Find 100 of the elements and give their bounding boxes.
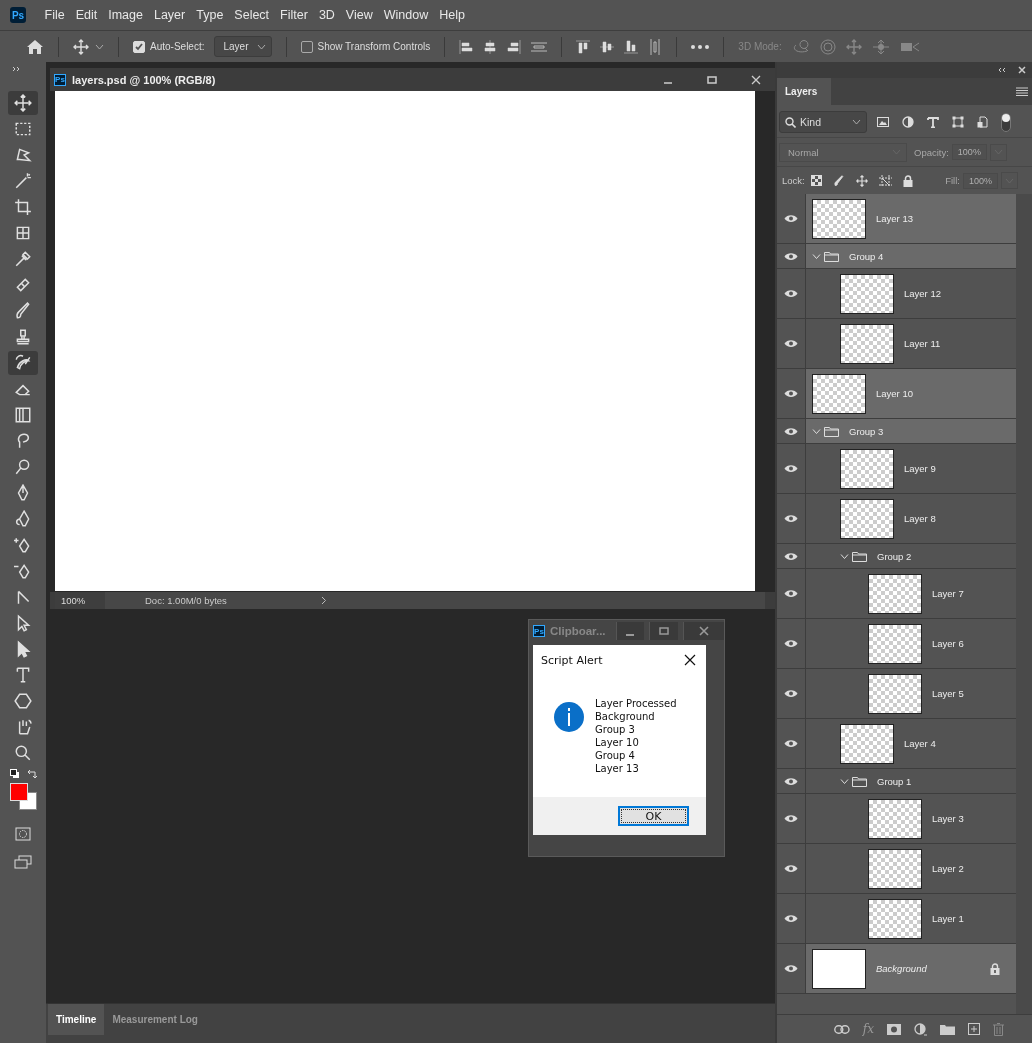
message-line: Layer Processed: [595, 697, 677, 710]
folder-icon[interactable]: [940, 1023, 955, 1035]
artboard-icon[interactable]: [878, 174, 892, 187]
home-icon[interactable]: [26, 38, 44, 55]
layer-row[interactable]: Group 4: [806, 244, 1016, 268]
zoom-field[interactable]: 100%: [55, 592, 105, 609]
swap-colors-icon[interactable]: [26, 769, 37, 779]
close-icon[interactable]: [684, 654, 696, 666]
filter-toggle[interactable]: [1001, 112, 1011, 132]
blend-mode-dropdown[interactable]: Normal: [779, 142, 907, 162]
maximize-icon[interactable]: [707, 74, 717, 85]
panel-tab[interactable]: Timeline: [48, 1004, 105, 1035]
ok-button[interactable]: OK: [618, 806, 689, 826]
eye-icon: [784, 214, 798, 223]
menu-item[interactable]: Window: [378, 8, 434, 22]
lasso-icon: [14, 146, 32, 164]
chevron-right-icon[interactable]: [321, 596, 327, 605]
align-center-icon[interactable]: [483, 39, 498, 54]
expand-icon[interactable]: [12, 66, 20, 72]
lock-icon[interactable]: [902, 174, 913, 187]
chevron-icon[interactable]: [840, 551, 849, 561]
move-icon[interactable]: [855, 174, 868, 187]
align-bottom-icon[interactable]: [624, 39, 639, 54]
menu-item[interactable]: Type: [190, 8, 229, 22]
layer-thumbnail: [868, 898, 922, 939]
scrollbar[interactable]: [1016, 194, 1032, 1014]
minimize-button[interactable]: [615, 622, 645, 640]
menu-item[interactable]: Select: [228, 8, 275, 22]
transform-controls-label: Show Transform Controls: [317, 41, 431, 52]
adjustment-filter-icon[interactable]: [902, 116, 914, 128]
layer-row[interactable]: Layer 13: [806, 194, 1016, 243]
marquee-icon: [14, 120, 32, 138]
lock-transparent-icon[interactable]: [810, 175, 822, 186]
eye-icon: [784, 776, 798, 786]
new-layer-icon[interactable]: [968, 1023, 980, 1035]
smart-object-filter-icon[interactable]: [977, 116, 988, 128]
target-dropdown[interactable]: Layer: [214, 36, 272, 57]
layer-name: Layer 2: [932, 863, 964, 874]
gradient-icon: [14, 406, 32, 424]
menu-item[interactable]: View: [340, 8, 379, 22]
align-middle-icon[interactable]: [600, 39, 615, 54]
layer-name: Layer 3: [932, 813, 964, 824]
eye-icon: [784, 289, 798, 298]
pen-icon: [14, 562, 32, 580]
quick-mask-icon[interactable]: [15, 827, 31, 841]
default-colors-icon[interactable]: [9, 769, 20, 779]
frame-icon: [14, 224, 32, 242]
collapse-icon[interactable]: [998, 67, 1006, 73]
info-icon: [554, 702, 584, 732]
layer-row[interactable]: Layer 10: [806, 369, 1016, 418]
align-right-icon[interactable]: [507, 39, 522, 54]
transform-controls-checkbox[interactable]: [300, 40, 313, 53]
close-button[interactable]: [683, 622, 724, 640]
maximize-button[interactable]: [649, 622, 679, 640]
layer-name: Layer 12: [904, 288, 941, 299]
filter-dropdown[interactable]: Kind: [779, 111, 867, 133]
chevron-icon[interactable]: [840, 776, 849, 786]
panel-tab[interactable]: Measurement Log: [104, 1004, 206, 1035]
color-swatches-drawing[interactable]: [8, 783, 38, 813]
layer-name: Layer 6: [932, 638, 964, 649]
eye-icon: [784, 389, 798, 398]
tool-button[interactable]: [8, 91, 38, 115]
link-icon[interactable]: [833, 1024, 850, 1034]
layer-row[interactable]: Background: [806, 944, 1016, 993]
move-icon[interactable]: [73, 38, 89, 55]
folder-icon: [824, 250, 839, 262]
type-icon: [14, 666, 32, 684]
menu-item[interactable]: Help: [433, 8, 471, 22]
chevron-icon[interactable]: [812, 251, 821, 261]
align-top-icon[interactable]: [576, 39, 591, 54]
message-line: Background: [595, 710, 656, 723]
message-line: Group 3: [595, 723, 636, 736]
type-filter-icon[interactable]: [927, 116, 939, 128]
menu-icon[interactable]: [1016, 87, 1028, 96]
opacity-field[interactable]: 100%: [951, 144, 987, 160]
fill-field[interactable]: 100%: [962, 172, 998, 189]
layer-thumbnail: [812, 948, 866, 989]
menu-item[interactable]: Image: [102, 8, 149, 22]
align-left-icon[interactable]: [459, 39, 474, 54]
layers-tab[interactable]: Layers: [777, 78, 832, 105]
auto-select-checkbox[interactable]: [133, 40, 145, 53]
document-title: layers.psd @ 100% (RGB/8): [72, 73, 216, 86]
image-filter-icon[interactable]: [877, 117, 889, 127]
screen-mode-icon[interactable]: [14, 855, 32, 869]
tool-button[interactable]: [8, 351, 38, 375]
menu-item[interactable]: File: [39, 8, 71, 22]
caret-icon[interactable]: [95, 43, 104, 50]
mask-icon[interactable]: [887, 1023, 901, 1035]
shape-filter-icon[interactable]: [952, 116, 964, 128]
menu-item[interactable]: Layer: [148, 8, 191, 22]
layer-row[interactable]: Group 3: [806, 419, 1016, 443]
eye-icon: [784, 339, 798, 348]
chevron-icon[interactable]: [812, 426, 821, 436]
adjustment-icon[interactable]: [914, 1022, 927, 1036]
brush-icon[interactable]: [832, 174, 845, 187]
menu-item[interactable]: 3D: [313, 8, 341, 22]
menu-item[interactable]: Edit: [70, 8, 103, 22]
more-icon[interactable]: [691, 44, 710, 49]
menu-item[interactable]: Filter: [274, 8, 314, 22]
layer-thumbnail: [840, 448, 894, 489]
